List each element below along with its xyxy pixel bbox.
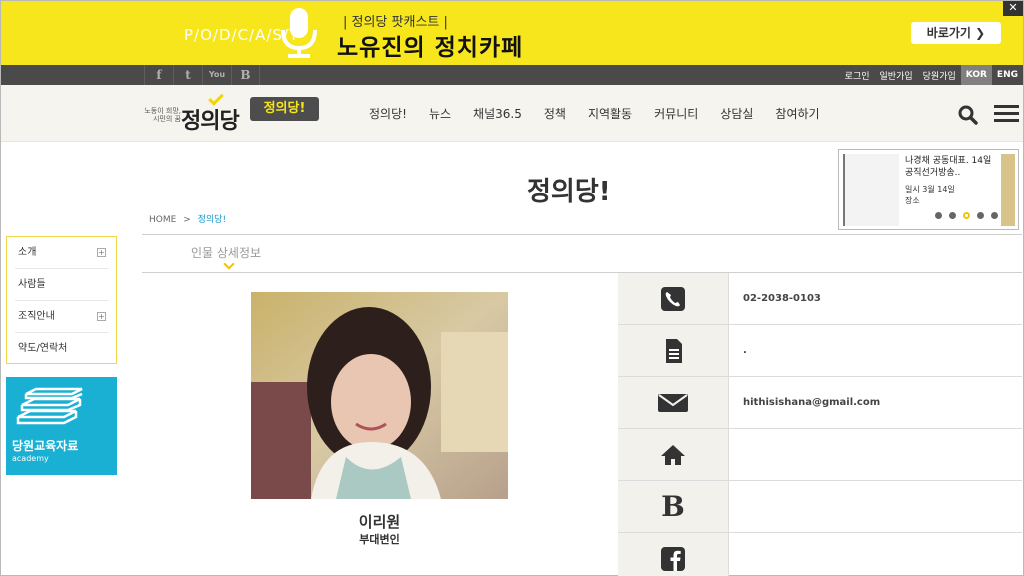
menu-item-channel[interactable]: 채널36.5: [473, 105, 522, 122]
contact-phone-value: 02-2038-0103: [743, 293, 821, 304]
mail-icon: [658, 393, 688, 412]
contact-fax-value: .: [743, 345, 747, 356]
menu-item-party[interactable]: 정의당!: [369, 105, 407, 122]
contact-blog-value: [729, 481, 1022, 532]
sidebar-item-people[interactable]: 사람들: [15, 269, 108, 301]
contact-row-email: hithisishana@gmail.com: [618, 377, 1022, 429]
slider-dot[interactable]: [991, 212, 998, 219]
blog-icon[interactable]: B: [231, 65, 260, 85]
sidebar-item-intro[interactable]: 소개 +: [15, 237, 108, 269]
sidebar-item-label: 조직안내: [18, 311, 55, 322]
general-signup-link[interactable]: 일반가입: [875, 69, 918, 82]
divider: [142, 234, 1022, 235]
party-badge-button[interactable]: 정의당!: [250, 97, 319, 121]
news-place: 장소: [905, 196, 920, 205]
profile-name: 이리원: [358, 513, 401, 531]
breadcrumb-current[interactable]: 정의당!: [198, 215, 226, 225]
breadcrumb-home[interactable]: HOME: [149, 215, 176, 225]
breadcrumb-separator: >: [183, 215, 191, 225]
contact-row-fax: .: [618, 325, 1022, 377]
sidebar-item-label: 약도/연락처: [18, 343, 68, 354]
sidebar-item-organization[interactable]: 조직안내 +: [15, 301, 108, 333]
slider-dot[interactable]: [977, 212, 984, 219]
social-links: f t You B: [144, 65, 260, 85]
slider-dots: [935, 212, 1005, 219]
news-slider[interactable]: 나경채 공동대표. 14일 공직선거방송.. 일시 3월 14일 장소: [838, 149, 1019, 230]
contact-icon-cell: [618, 273, 729, 324]
menu-item-community[interactable]: 커뮤니티: [654, 105, 698, 122]
expand-plus-icon[interactable]: +: [97, 312, 106, 321]
contact-row-homepage: [618, 429, 1022, 481]
news-headline[interactable]: 나경채 공동대표. 14일 공직선거방송..: [905, 155, 1001, 179]
login-link[interactable]: 로그인: [840, 69, 875, 82]
slider-dot-active[interactable]: [963, 212, 970, 219]
menu-item-local[interactable]: 지역활동: [588, 105, 632, 122]
contact-homepage-value: [729, 429, 1022, 480]
microphone-icon: [281, 8, 317, 58]
contact-icon-cell: B: [618, 481, 729, 532]
main-nav: 노동이 희망, 시민의 꿈 정의당 정의당! 정의당! 뉴스 채널36.5 정책…: [1, 85, 1023, 142]
lang-eng-button[interactable]: ENG: [992, 65, 1023, 85]
menu-item-counsel[interactable]: 상담실: [720, 105, 753, 122]
sidebar-item-label: 소개: [18, 247, 37, 258]
contact-row-phone: 02-2038-0103: [618, 273, 1022, 325]
academy-banner[interactable]: 당원교육자료 academy: [6, 377, 117, 475]
hamburger-menu-icon[interactable]: [994, 105, 1019, 123]
profile-role: 부대변인: [359, 533, 400, 546]
breadcrumb: HOME > 정의당!: [149, 212, 226, 225]
facebook-icon[interactable]: f: [144, 65, 173, 85]
contact-row-blog: B: [618, 481, 1022, 533]
slider-dot[interactable]: [935, 212, 942, 219]
facebook-icon: [661, 546, 685, 571]
contact-facebook-value: [729, 533, 1022, 576]
contact-icon-cell: [618, 325, 729, 376]
sidebar: 소개 + 사람들 조직안내 + 약도/연락처: [6, 236, 117, 364]
search-icon[interactable]: [958, 105, 978, 125]
academy-title: 당원교육자료: [12, 439, 79, 453]
account-links: 로그인 일반가입 당원가입 KOR ENG: [840, 65, 1023, 85]
twitter-icon[interactable]: t: [173, 65, 202, 85]
news-meta: 일시 3월 14일 장소: [905, 184, 955, 206]
member-signup-link[interactable]: 당원가입: [918, 69, 961, 82]
banner-title: 노유진의 정치카페: [337, 35, 524, 61]
news-date: 일시 3월 14일: [905, 185, 955, 194]
contact-icon-cell: [618, 533, 729, 576]
close-icon[interactable]: ✕: [1003, 1, 1023, 16]
contact-row-facebook: [618, 533, 1022, 576]
main-menu: 정의당! 뉴스 채널36.5 정책 지역활동 커뮤니티 상담실 참여하기: [369, 85, 842, 142]
menu-item-policy[interactable]: 정책: [544, 105, 566, 122]
menu-item-news[interactable]: 뉴스: [429, 105, 451, 122]
site-logo[interactable]: 노동이 희망, 시민의 꿈 정의당: [141, 90, 241, 134]
phone-icon: [661, 286, 685, 311]
news-thumbnail[interactable]: [843, 154, 899, 226]
books-icon: [16, 387, 83, 425]
slider-dot[interactable]: [949, 212, 956, 219]
youtube-icon[interactable]: You: [202, 65, 231, 85]
home-icon: [661, 444, 685, 465]
sidebar-item-label: 사람들: [18, 279, 46, 290]
profile-photo: [251, 292, 508, 499]
lang-kor-button[interactable]: KOR: [960, 65, 992, 85]
sidebar-item-map-contact[interactable]: 약도/연락처: [15, 333, 108, 365]
tab-profile-detail[interactable]: 인물 상세정보: [191, 244, 261, 261]
contact-table: 02-2038-0103 . hithisishana@gmail.com B: [618, 273, 1022, 576]
logo-slogan: 노동이 희망, 시민의 꿈: [144, 107, 181, 123]
academy-subtitle: academy: [12, 454, 49, 463]
podcast-banner[interactable]: P/O/D/C/A/S/T | 정의당 팟캐스트 | 노유진의 정치카페 바로가…: [1, 1, 1023, 65]
expand-plus-icon[interactable]: +: [97, 248, 106, 257]
menu-item-participate[interactable]: 참여하기: [775, 105, 819, 122]
page-title: 정의당!: [527, 177, 611, 207]
document-icon: [666, 338, 682, 363]
blog-b-icon: B: [661, 490, 685, 523]
contact-email-value[interactable]: hithisishana@gmail.com: [729, 377, 1022, 428]
goto-button[interactable]: 바로가기 ❯: [911, 22, 1001, 44]
contact-icon-cell: [618, 377, 729, 428]
contact-icon-cell: [618, 429, 729, 480]
logo-name: 정의당: [181, 109, 240, 134]
utility-bar: f t You B 로그인 일반가입 당원가입 KOR ENG: [1, 65, 1023, 85]
